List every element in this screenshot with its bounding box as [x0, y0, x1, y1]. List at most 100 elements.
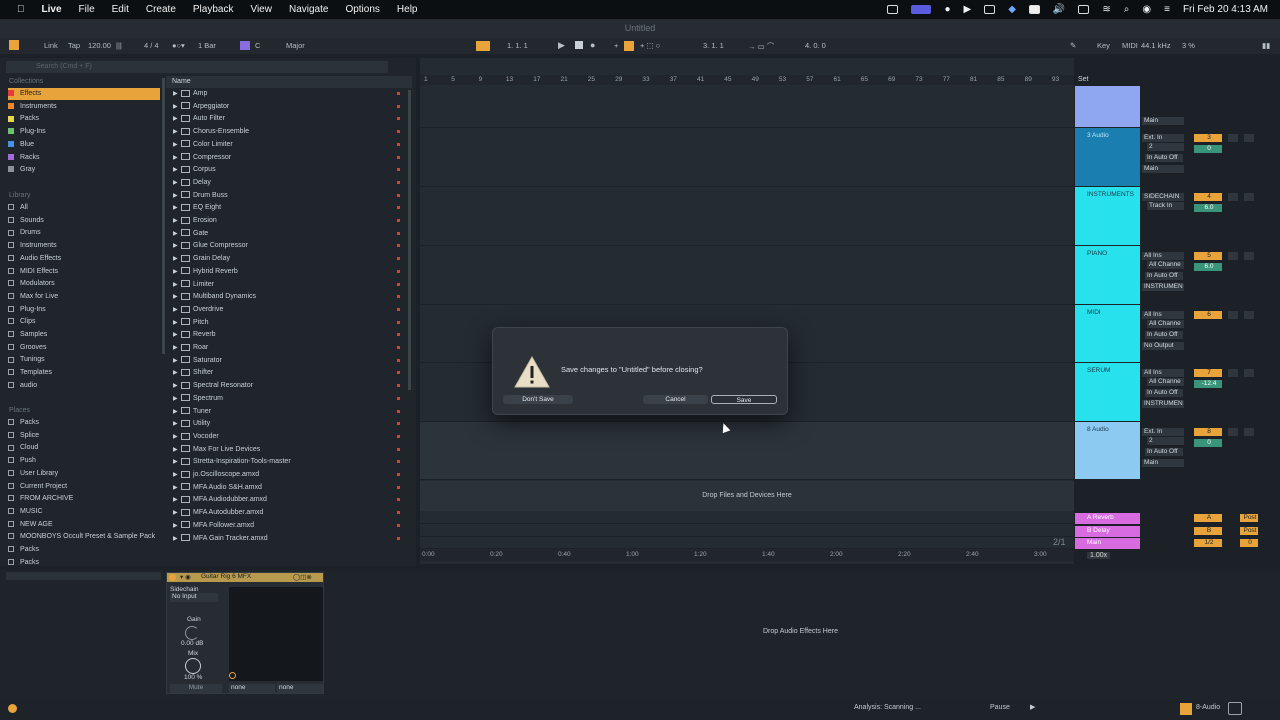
library-item[interactable]: audio	[8, 380, 37, 392]
play-icon[interactable]: ▶	[964, 4, 972, 15]
tap-button[interactable]: Tap	[68, 41, 80, 50]
overview-icon[interactable]: ▮▮	[1262, 41, 1270, 50]
device-view-toggle-icon[interactable]	[1228, 702, 1242, 715]
expand-arrow-icon[interactable]: ▶	[173, 304, 178, 316]
browser-file-item[interactable]: ▶ Pitch	[172, 317, 404, 329]
solo-button[interactable]	[1228, 252, 1238, 260]
song-position[interactable]: 1. 1. 1	[507, 41, 528, 50]
control-center-icon[interactable]: ≡	[1164, 4, 1170, 15]
browser-file-item[interactable]: ▶ Roar	[172, 342, 404, 354]
track-sub-select[interactable]: All Channe	[1147, 378, 1184, 386]
quantize-menu[interactable]: 1 Bar	[198, 41, 216, 50]
browser-file-item[interactable]: ▶ Saturator	[172, 355, 404, 367]
battery-icon[interactable]	[1078, 5, 1090, 14]
browser-file-item[interactable]: ▶ Overdrive	[172, 304, 404, 316]
track-out-select[interactable]: Main	[1142, 459, 1184, 467]
browser-file-item[interactable]: ▶ Compressor	[172, 152, 404, 164]
browser-file-item[interactable]: ▶ Grain Delay	[172, 253, 404, 265]
time-ruler[interactable]: 0:00 0:20 0:40 1:00 1:20 1:40 2:00 2:20 2:40 3:00	[420, 549, 1074, 561]
menu-playback[interactable]: Playback	[193, 4, 234, 15]
library-item[interactable]: Samples	[8, 329, 47, 341]
device-window-icons[interactable]: ◯◫⊗	[293, 573, 312, 581]
metronome-icon[interactable]: ●○▾	[172, 41, 185, 50]
browser-file-item[interactable]: ▶ Glue Compressor	[172, 240, 404, 252]
loop-start[interactable]: 3. 1. 1	[703, 41, 724, 50]
car-icon[interactable]	[984, 5, 996, 14]
browser-file-item[interactable]: ▶ MFA Autodubber.amxd	[172, 507, 404, 519]
browser-file-item[interactable]: ▶ Corpus	[172, 164, 404, 176]
menu-file[interactable]: File	[79, 4, 95, 15]
draw-mode-icon[interactable]: ✎	[1070, 41, 1076, 50]
browser-file-item[interactable]: ▶ Tuner	[172, 406, 404, 418]
browser-file-item[interactable]: ▶ jo.Oscilloscope.amxd	[172, 469, 404, 481]
places-item[interactable]: Packs	[8, 557, 39, 569]
diamond-icon[interactable]: ◆	[1008, 4, 1016, 15]
clock[interactable]: Fri Feb 20 4:13 AM	[1183, 4, 1268, 15]
browser-file-item[interactable]: ▶ Vocoder	[172, 431, 404, 443]
track-sub-select[interactable]: Track In	[1147, 202, 1184, 210]
key-select[interactable]: C	[255, 41, 260, 50]
library-item[interactable]: Modulators	[8, 278, 55, 290]
expand-arrow-icon[interactable]: ▶	[173, 355, 178, 367]
browser-file-item[interactable]: ▶ MFA Follower.amxd	[172, 520, 404, 532]
track-out-select[interactable]: INSTRUMEN	[1142, 283, 1184, 291]
solo-button[interactable]	[1228, 369, 1238, 377]
browser-file-item[interactable]: ▶ Stretta-Inspiration-Tools-master	[172, 456, 404, 468]
forward-icon[interactable]: ▶	[1030, 703, 1035, 711]
toggle-browser-icon[interactable]	[9, 40, 19, 50]
volume-field[interactable]: 0	[1194, 145, 1222, 153]
track-header[interactable]	[1075, 86, 1140, 127]
track-in-select[interactable]: All Ins	[1142, 369, 1184, 377]
collection-item[interactable]: Packs	[8, 113, 160, 125]
collection-item[interactable]: Gray	[8, 164, 160, 176]
return-lane[interactable]	[420, 538, 1074, 549]
track-sub-select[interactable]: All Channe	[1147, 261, 1184, 269]
browser-file-item[interactable]: ▶ MFA Gain Tracker.amxd	[172, 533, 404, 545]
track-activator[interactable]: 5	[1194, 252, 1222, 260]
places-item[interactable]: Current Project	[8, 481, 67, 493]
record-button-icon[interactable]: ●	[590, 40, 595, 50]
track-mon-select[interactable]: In Auto Off	[1145, 154, 1183, 162]
arrangement-lane[interactable]	[420, 128, 1074, 187]
track-mon-select[interactable]: In Auto Off	[1145, 331, 1183, 339]
browser-scrollbar[interactable]	[162, 78, 165, 354]
collection-item[interactable]: Blue	[8, 139, 160, 151]
collection-item[interactable]: Plug-Ins	[8, 126, 160, 138]
browser-file-item[interactable]: ▶ MFA Audio S&H.amxd	[172, 482, 404, 494]
return-post-button[interactable]: Post	[1240, 526, 1258, 535]
loop-icons[interactable]: → ▭ ⌒	[748, 41, 774, 52]
arrangement-lane[interactable]	[420, 86, 1074, 128]
library-item[interactable]: Drums	[8, 227, 41, 239]
track-mon-select[interactable]: In Auto Off	[1145, 389, 1183, 397]
menu-create[interactable]: Create	[146, 4, 176, 15]
track-header[interactable]: MIDI	[1075, 305, 1140, 362]
expand-arrow-icon[interactable]: ▶	[173, 380, 178, 392]
track-out-select[interactable]: Main	[1142, 117, 1184, 125]
track-mon-select[interactable]: In Auto Off	[1145, 448, 1183, 456]
places-item[interactable]: MUSIC	[8, 506, 43, 518]
pause-button[interactable]: Pause	[990, 704, 1010, 711]
menu-navigate[interactable]: Navigate	[289, 4, 328, 15]
device-drop-zone[interactable]: Drop Audio Effects Here	[763, 628, 838, 635]
loop-tools-icon[interactable]: + ⬚ ○	[640, 41, 660, 50]
browser-file-item[interactable]: ▶ Amp	[172, 88, 404, 100]
cancel-button[interactable]: Cancel	[643, 395, 708, 404]
save-button[interactable]: Save	[711, 395, 777, 404]
track-out-select[interactable]: Main	[1142, 165, 1184, 173]
track-header[interactable]: 3 Audio	[1075, 128, 1140, 186]
wifi-icon[interactable]: ≋	[1102, 4, 1110, 15]
track-out-select[interactable]: No Output	[1142, 342, 1184, 350]
siri-icon[interactable]: ◉	[1142, 4, 1151, 15]
arm-button[interactable]	[1244, 428, 1254, 436]
expand-arrow-icon[interactable]: ▶	[173, 533, 178, 545]
places-item[interactable]: Packs	[8, 417, 39, 429]
return-activator[interactable]: 1/2	[1194, 539, 1222, 547]
expand-arrow-icon[interactable]: ▶	[173, 342, 178, 354]
places-item[interactable]: Packs	[8, 544, 39, 556]
browser-file-item[interactable]: ▶ Utility	[172, 418, 404, 430]
browser-file-item[interactable]: ▶ Auto Filter	[172, 113, 404, 125]
name-column-header[interactable]: Name	[166, 76, 412, 88]
browser-file-item[interactable]: ▶ MFA Audiodubber.amxd	[172, 494, 404, 506]
expand-arrow-icon[interactable]: ▶	[173, 482, 178, 494]
search-icon[interactable]: ⌕	[1124, 4, 1130, 15]
